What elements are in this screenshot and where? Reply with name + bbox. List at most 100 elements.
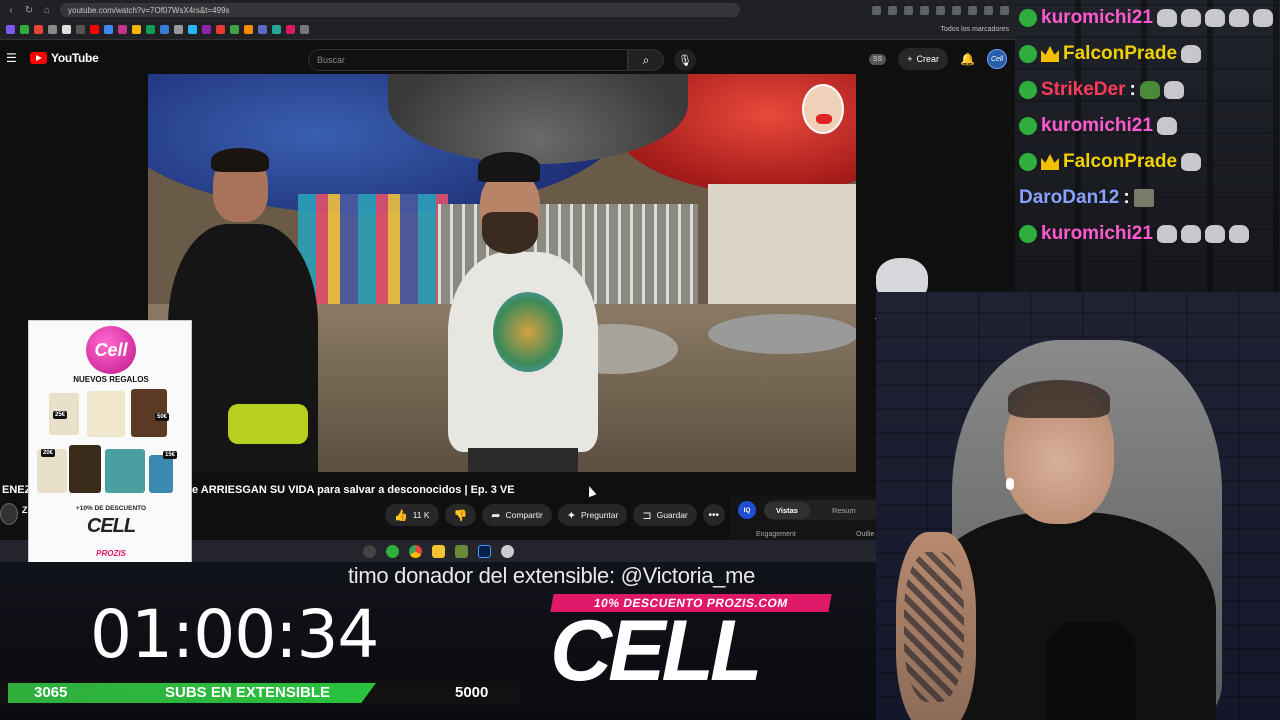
bookmark-icon[interactable] xyxy=(230,25,239,34)
donation-ticker: timo donador del extensible: @Victoria_m… xyxy=(348,563,756,588)
bookmark-icon[interactable] xyxy=(174,25,183,34)
bookmark-icon[interactable] xyxy=(244,25,253,34)
plus-icon: + xyxy=(907,54,913,64)
cat-emote-icon xyxy=(1156,9,1177,27)
ask-button[interactable]: ✦ Preguntar xyxy=(557,504,628,526)
cat-emote-icon xyxy=(1133,189,1154,207)
bookmark-icon[interactable] xyxy=(104,25,113,34)
video-title: e ARRIESGAN SU VIDA para salvar a descon… xyxy=(192,484,515,496)
youtube-logo[interactable]: YouTube xyxy=(30,51,99,65)
account-avatar[interactable]: Cell xyxy=(987,49,1007,69)
bookmark-icon[interactable] xyxy=(146,25,155,34)
youtube-logo-text: YouTube xyxy=(51,51,99,65)
like-button[interactable]: 👍 11 K xyxy=(385,504,439,526)
bookmark-icon[interactable] xyxy=(258,25,267,34)
video-scene-table xyxy=(708,314,856,354)
chat-username[interactable]: kuromichi21 xyxy=(1041,223,1153,245)
chrome-icon[interactable] xyxy=(408,544,422,558)
ad-discount-text: +10% DE DESCUENTO xyxy=(75,505,147,512)
dislike-button[interactable]: 👎 xyxy=(444,504,477,526)
vidiq-panel: IQ Vistas Resum Engagement Outlie xyxy=(730,496,880,542)
cell-logo: Cell xyxy=(86,326,136,374)
bookmark-icon[interactable] xyxy=(300,25,309,34)
chat-separator: : xyxy=(1129,79,1136,100)
bookmark-icon[interactable] xyxy=(118,25,127,34)
app-icon[interactable] xyxy=(454,544,468,558)
discount-badge: 25€ xyxy=(53,411,68,419)
extension-icon[interactable] xyxy=(936,5,945,15)
bookmark-icon[interactable] xyxy=(90,25,99,34)
chat-message: kuromichi21 xyxy=(1015,0,1280,36)
voice-search-button[interactable]: 🎙 xyxy=(674,49,696,71)
chat-username[interactable]: FalconPrade xyxy=(1063,43,1177,65)
bookmark-icon[interactable] xyxy=(76,25,85,34)
bookmark-icon[interactable] xyxy=(20,25,29,34)
cell-badge-icon xyxy=(1019,117,1037,135)
chat-username[interactable]: kuromichi21 xyxy=(1041,7,1153,29)
more-actions-button[interactable]: ••• xyxy=(702,504,725,526)
earbud xyxy=(1006,478,1014,490)
chat-username[interactable]: kuromichi21 xyxy=(1041,115,1153,137)
sparkle-icon: ✦ xyxy=(566,509,577,522)
chat-username[interactable]: DaroDan12 xyxy=(1019,187,1119,209)
channel-watermark xyxy=(802,84,844,134)
address-bar[interactable]: youtube.com/watch?v=7Of07WsX4rs&t=499s xyxy=(60,3,740,17)
cell-badge-icon xyxy=(1019,9,1037,27)
share-button[interactable]: ➦ Compartir xyxy=(482,504,552,526)
cat-emote-icon xyxy=(1204,225,1225,243)
download-icon[interactable] xyxy=(968,5,977,15)
cell-badge-icon xyxy=(1019,81,1037,99)
back-icon[interactable]: ‹ xyxy=(6,5,16,16)
menu-icon[interactable]: ☰ xyxy=(6,51,22,65)
bookmark-icon[interactable] xyxy=(286,25,295,34)
vidiq-badge[interactable]: IQ xyxy=(738,501,756,519)
bookmark-icon[interactable] xyxy=(216,25,225,34)
thumbs-down-icon: 👎 xyxy=(453,509,468,522)
puzzle-icon[interactable] xyxy=(952,5,961,15)
app-icon[interactable] xyxy=(385,544,399,558)
chat-username[interactable]: StrikeDer xyxy=(1041,79,1126,101)
bookmark-icon[interactable] xyxy=(62,25,71,34)
profile-icon[interactable] xyxy=(1000,5,1009,15)
cat-emote-icon xyxy=(1156,225,1177,243)
star-icon[interactable] xyxy=(904,5,913,15)
tab-resumen[interactable]: Resum xyxy=(832,506,856,515)
home-icon[interactable]: ⌂ xyxy=(42,5,52,16)
bookmark-icon[interactable] xyxy=(160,25,169,34)
subs-label: SUBS EN EXTENSIBLE xyxy=(165,684,331,701)
product-image xyxy=(69,445,101,493)
channel-name[interactable]: Z xyxy=(22,505,28,515)
reload-icon[interactable]: ↻ xyxy=(24,5,34,16)
save-button[interactable]: ⊐ Guardar xyxy=(633,504,697,526)
search-button[interactable]: ⌕ xyxy=(628,49,664,71)
zoom-icon[interactable] xyxy=(872,5,881,15)
app-icon[interactable] xyxy=(500,544,514,558)
video-player[interactable] xyxy=(148,74,856,472)
bookmark-icon[interactable] xyxy=(188,25,197,34)
bookmark-icon[interactable] xyxy=(132,25,141,34)
chat-username[interactable]: FalconPrade xyxy=(1063,151,1177,173)
bookmark-icon[interactable] xyxy=(202,25,211,34)
bookmark-icon[interactable] xyxy=(48,25,57,34)
bookmark-icon[interactable] xyxy=(272,25,281,34)
youtube-header: ☰ YouTube Buscar ⌕ 🎙 SS + Crear 🔔 Cell xyxy=(0,40,1015,76)
chat-separator: : xyxy=(1123,187,1130,208)
bookmark-icon: ⊐ xyxy=(642,509,652,522)
bookmark-icon[interactable] xyxy=(34,25,43,34)
share-page-icon[interactable] xyxy=(888,5,897,15)
discount-badge: 50€ xyxy=(155,413,170,421)
ss-badge[interactable]: SS xyxy=(868,53,887,65)
search-input[interactable]: Buscar xyxy=(308,49,628,71)
photoshop-icon[interactable] xyxy=(477,544,491,558)
extension-icon[interactable] xyxy=(920,5,929,15)
start-icon[interactable] xyxy=(362,544,376,558)
discount-badge: 20€ xyxy=(41,449,56,457)
all-bookmarks-label[interactable]: Todos los marcadores xyxy=(941,26,1009,33)
tab-vistas[interactable]: Vistas xyxy=(764,501,810,519)
folder-icon[interactable] xyxy=(431,544,445,558)
channel-avatar[interactable] xyxy=(0,503,18,525)
bookmark-icon[interactable] xyxy=(6,25,15,34)
bell-icon[interactable]: 🔔 xyxy=(960,52,975,66)
tab-search-icon[interactable] xyxy=(984,5,993,15)
create-button[interactable]: + Crear xyxy=(898,48,949,70)
